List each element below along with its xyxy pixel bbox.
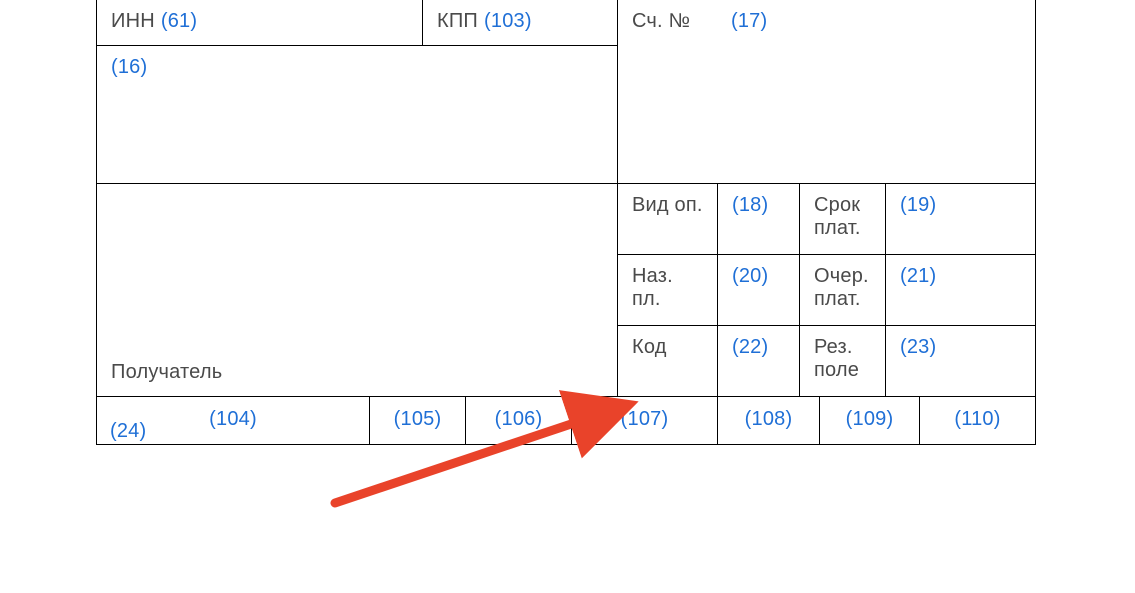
field-21: (21) <box>886 255 1035 325</box>
codes-row: (104) (105) (106) (107) (108) (109) (110… <box>97 396 1035 444</box>
label-sch-cell: Сч. № <box>618 0 717 47</box>
field-106: (106) <box>465 397 571 444</box>
label-naz-pl-cell: Наз. пл. <box>618 255 718 325</box>
field-108: (108) <box>717 397 819 444</box>
field-22: (22) <box>718 326 800 396</box>
ref-18: (18) <box>732 194 768 217</box>
field-account-label-col: Сч. № <box>617 0 717 183</box>
field-inn: ИНН (61) <box>97 0 422 45</box>
label-inn: ИНН <box>111 10 155 33</box>
row-vid-op: Вид оп. (18) Срок плат. (19) <box>618 184 1035 255</box>
ref-20: (20) <box>732 265 768 288</box>
label-vid-op-cell: Вид оп. <box>618 184 718 254</box>
middle-right-grid: Вид оп. (18) Срок плат. (19) <box>617 184 1035 396</box>
label-rez-pole-cell: Рез. поле <box>800 326 886 396</box>
label-recipient: Получатель <box>111 361 222 384</box>
ref-110: (110) <box>954 408 1000 430</box>
ref-22: (22) <box>732 336 768 359</box>
label-sch: Сч. № <box>632 10 690 33</box>
top-left-block: ИНН (61) КПП (103) (16) <box>97 0 617 183</box>
middle-grid: Получатель Вид оп. (18) Срок плат. <box>97 183 1035 396</box>
ref-109: (109) <box>846 408 894 430</box>
ref-16: (16) <box>111 56 147 78</box>
label-ocher-plat: Очер. плат. <box>814 265 869 311</box>
field-105: (105) <box>369 397 465 444</box>
ref-61: (61) <box>161 10 197 33</box>
field-16: (16) <box>97 46 617 79</box>
field-19: (19) <box>886 184 1035 254</box>
field-17: (17) <box>717 0 1035 183</box>
row-naz-pl: Наз. пл. (20) Очер. плат. (21) <box>618 255 1035 326</box>
ref-21: (21) <box>900 265 936 288</box>
ref-104: (104) <box>209 408 257 430</box>
field-kpp: КПП (103) <box>422 0 617 45</box>
row-kod: Код (22) Рез. поле (23) <box>618 326 1035 396</box>
field-107: (107) <box>571 397 717 444</box>
label-srok-plat-cell: Срок плат. <box>800 184 886 254</box>
ref-24: (24) <box>110 420 146 442</box>
recipient-area: Получатель <box>97 184 617 396</box>
payment-form-fragment: ИНН (61) КПП (103) (16) С <box>96 0 1036 445</box>
field-18: (18) <box>718 184 800 254</box>
label-ocher-plat-cell: Очер. плат. <box>800 255 886 325</box>
document-sheet: ИНН (61) КПП (103) (16) С <box>0 0 1135 593</box>
ref-19: (19) <box>900 194 936 217</box>
label-vid-op: Вид оп. <box>632 194 703 217</box>
top-block: ИНН (61) КПП (103) (16) С <box>97 0 1035 183</box>
field-23: (23) <box>886 326 1035 396</box>
field-24: (24) <box>110 420 146 443</box>
label-kod-cell: Код <box>618 326 718 396</box>
field-20: (20) <box>718 255 800 325</box>
ref-107: (107) <box>621 408 669 430</box>
label-kpp: КПП <box>437 10 478 33</box>
field-110: (110) <box>919 397 1035 444</box>
ref-23: (23) <box>900 336 936 359</box>
ref-17: (17) <box>731 10 767 32</box>
label-naz-pl: Наз. пл. <box>632 265 705 311</box>
ref-106: (106) <box>495 408 543 430</box>
ref-105: (105) <box>394 408 442 430</box>
label-rez-pole: Рез. поле <box>814 336 859 382</box>
label-kod: Код <box>632 336 667 359</box>
field-109: (109) <box>819 397 919 444</box>
label-srok-plat: Срок плат. <box>814 194 861 240</box>
ref-103: (103) <box>484 10 532 33</box>
ref-108: (108) <box>745 408 793 430</box>
